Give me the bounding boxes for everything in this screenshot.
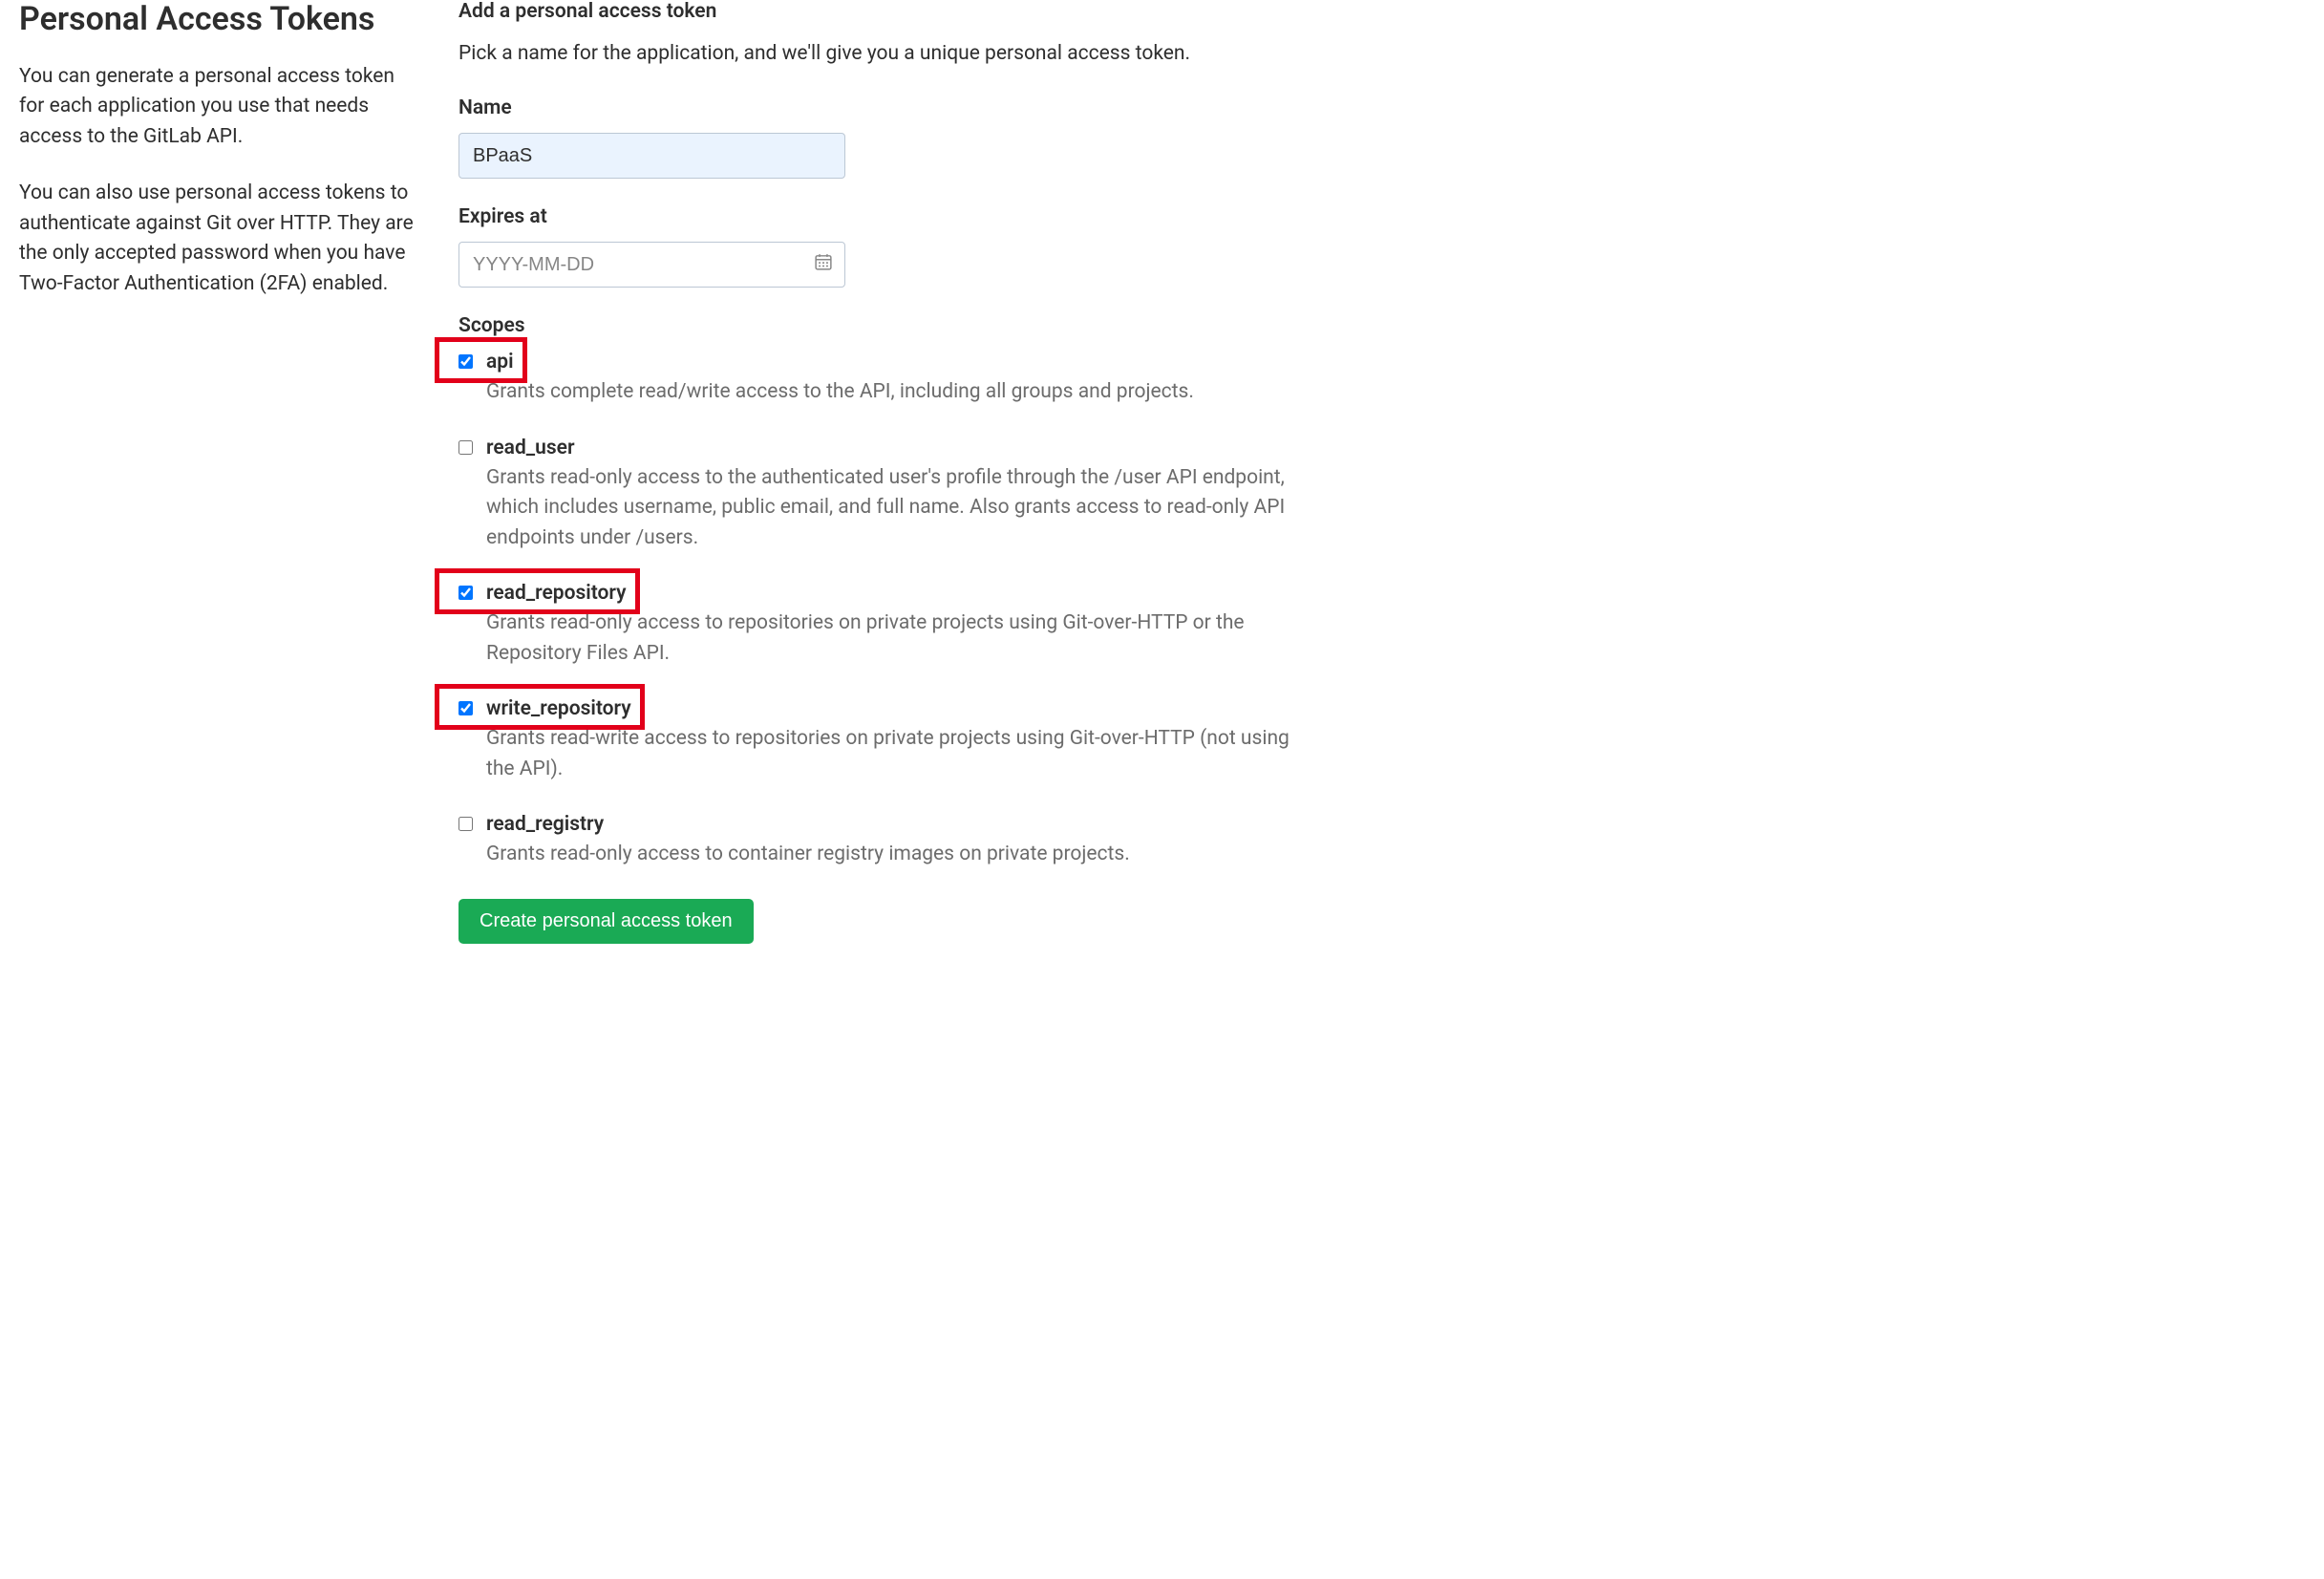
form-intro: Pick a name for the application, and we'… (458, 40, 1290, 68)
scope-name: read_repository (486, 582, 627, 605)
name-label: Name (458, 96, 1290, 119)
scope-name: read_user (486, 437, 575, 459)
scope-item-api: api Grants complete read/write access to … (458, 351, 1290, 408)
scope-name: api (486, 351, 514, 373)
scope-checkbox-read_registry[interactable] (458, 817, 473, 831)
scope-description: Grants read-write access to repositories… (486, 724, 1290, 784)
create-token-button[interactable]: Create personal access token (458, 899, 754, 944)
scope-name: write_repository (486, 697, 631, 720)
scope-name: read_registry (486, 813, 604, 836)
scope-item-read_user: read_user Grants read-only access to the … (458, 437, 1290, 554)
scopes-label: Scopes (458, 314, 1290, 337)
scope-item-read_registry: read_registry Grants read-only access to … (458, 813, 1290, 870)
scope-item-read_repository: read_repository Grants read-only access t… (458, 582, 1290, 669)
scope-checkbox-read_user[interactable] (458, 440, 473, 455)
expires-label: Expires at (458, 205, 1290, 228)
scope-description: Grants read-only access to repositories … (486, 608, 1290, 669)
scope-checkbox-api[interactable] (458, 354, 473, 369)
form-heading: Add a personal access token (458, 0, 1290, 23)
scope-description: Grants complete read/write access to the… (486, 377, 1290, 408)
scope-checkbox-write_repository[interactable] (458, 701, 473, 715)
scope-description: Grants read-only access to the authentic… (486, 463, 1290, 554)
sidebar-description-2: You can also use personal access tokens … (19, 179, 420, 299)
page-title: Personal Access Tokens (19, 0, 420, 39)
expires-input[interactable] (458, 242, 845, 288)
scope-checkbox-read_repository[interactable] (458, 586, 473, 600)
name-input[interactable] (458, 133, 845, 179)
scope-item-write_repository: write_repository Grants read-write access… (458, 697, 1290, 784)
sidebar-description-1: You can generate a personal access token… (19, 62, 420, 153)
scope-description: Grants read-only access to container reg… (486, 840, 1290, 870)
